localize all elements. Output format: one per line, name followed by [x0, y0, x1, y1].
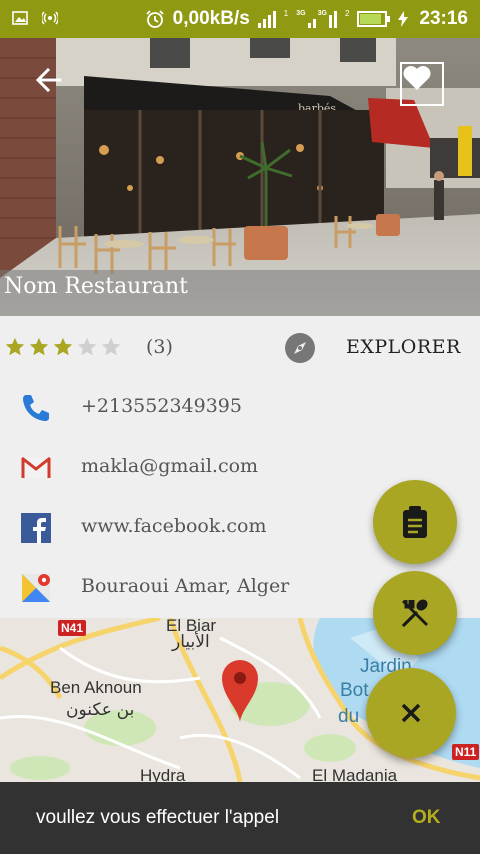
snackbar-ok-button[interactable]: OK	[412, 807, 441, 829]
sim2-label: 2	[344, 9, 350, 18]
road-n11: N11	[452, 744, 480, 760]
map-label-hydra: Hydra	[140, 766, 186, 782]
map-label-du: du	[338, 706, 360, 727]
maps-icon	[22, 574, 50, 602]
heart-icon	[403, 66, 431, 90]
facebook-url: www.facebook.com	[81, 515, 267, 537]
close-icon	[401, 703, 421, 723]
back-button[interactable]	[34, 66, 74, 106]
star-icon	[77, 337, 97, 356]
alarm-icon	[146, 10, 164, 28]
contact-phone[interactable]: +213552349395	[0, 378, 480, 438]
back-arrow-icon	[35, 67, 62, 93]
battery-icon	[357, 11, 391, 27]
facebook-icon	[21, 513, 51, 543]
restaurant-photo: barbés Nom Restaurant	[0, 38, 480, 316]
gmail-icon	[21, 456, 51, 478]
map-label-ben-aknoun-ar: بن عكنون	[66, 700, 135, 719]
snackbar: voullez vous effectuer l'appel OK	[0, 782, 480, 854]
restaurant-name: Nom Restaurant	[4, 274, 188, 299]
map-label-el-madania: El Madania	[312, 766, 398, 782]
close-fab[interactable]	[366, 668, 456, 758]
map-label-bot: Bot	[340, 680, 369, 701]
status-bar: 0,00kB/s 1 3G 3G 2 23:16	[0, 0, 480, 38]
address-text: Bouraoui Amar, Alger	[81, 575, 290, 597]
compass-icon[interactable]	[284, 332, 316, 364]
phone-icon	[23, 395, 49, 421]
map-label-el-biar-ar: الأبيار	[172, 632, 210, 651]
net-speed: 0,00kB/s	[172, 8, 250, 29]
rating-stars[interactable]	[4, 336, 122, 358]
image-icon	[12, 11, 28, 25]
explore-button[interactable]: EXPLORER	[346, 336, 461, 358]
map-label-ben-aknoun: Ben Aknoun	[50, 678, 142, 697]
rating-count: (3)	[146, 336, 173, 358]
menu-fab[interactable]	[373, 480, 457, 564]
clipboard-icon	[403, 506, 427, 538]
phone-number: +213552349395	[81, 395, 242, 417]
charging-icon	[398, 11, 409, 27]
star-icon	[5, 337, 25, 356]
sim1-label: 1	[283, 9, 289, 18]
cutlery-icon	[401, 599, 428, 628]
map-marker-icon[interactable]	[220, 658, 260, 724]
signal-3g-icon: 3G 3G	[296, 10, 337, 28]
signal-icon	[257, 10, 276, 28]
star-icon	[29, 337, 49, 356]
favorite-button[interactable]	[400, 62, 444, 106]
email-address: makla@gmail.com	[81, 455, 259, 477]
clock: 23:16	[419, 8, 468, 29]
road-n41: N41	[58, 620, 87, 636]
dishes-fab[interactable]	[373, 571, 457, 655]
star-icon	[53, 337, 73, 356]
snackbar-message: voullez vous effectuer l'appel	[36, 807, 280, 828]
rating-row: (3) EXPLORER	[0, 316, 480, 378]
hotspot-icon	[42, 11, 58, 25]
star-icon	[101, 337, 121, 356]
